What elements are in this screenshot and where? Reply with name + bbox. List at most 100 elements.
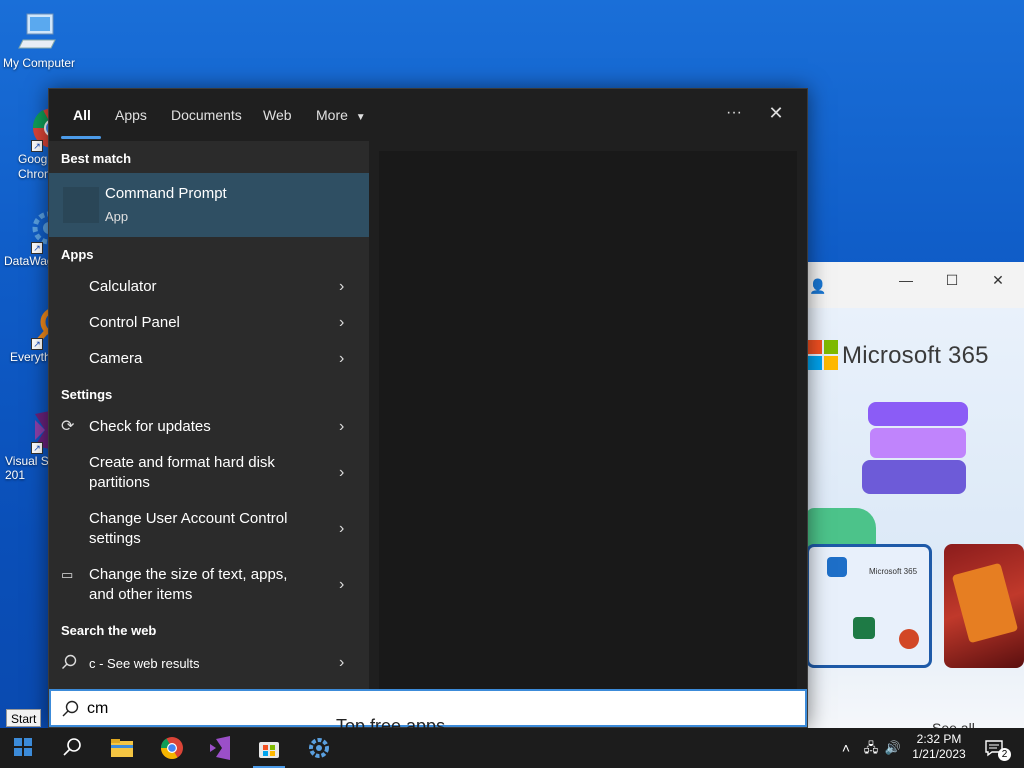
- taskbar-chrome[interactable]: [148, 728, 196, 768]
- notification-badge: 2: [998, 748, 1011, 761]
- chevron-right-icon[interactable]: ›: [339, 655, 349, 671]
- desktop-icon-my-computer[interactable]: My Computer: [0, 10, 78, 70]
- caret-down-icon: ▼: [355, 112, 366, 123]
- best-match-title: Command Prompt: [105, 185, 227, 202]
- taskbar-file-explorer[interactable]: [98, 728, 146, 768]
- clock[interactable]: 2:32 PM 1/21/2023: [908, 728, 970, 768]
- more-options-button[interactable]: ···: [719, 101, 749, 125]
- tab-more-label: More: [316, 107, 348, 123]
- maximize-button[interactable]: ☐: [930, 266, 974, 294]
- start-tooltip: Start: [6, 709, 42, 727]
- gear-icon: [309, 738, 329, 758]
- green-shape: [806, 508, 876, 548]
- result-label: Create and format hard disk partitions: [89, 454, 275, 491]
- start-button[interactable]: [0, 728, 48, 768]
- network-icon[interactable]: 🖧: [862, 728, 880, 768]
- command-prompt-icon: [63, 187, 99, 223]
- see-all-link[interactable]: See all: [932, 720, 975, 728]
- best-match-subtitle: App: [105, 209, 129, 224]
- store-titlebar: 👤 — ☐ ✕: [806, 262, 1024, 308]
- game-shape: [951, 562, 1019, 644]
- tab-documents[interactable]: Documents: [171, 105, 242, 125]
- windows-logo-icon: [14, 738, 32, 756]
- taskbar-datawag[interactable]: [295, 728, 343, 768]
- search-flyout: All Apps Documents Web More ▼ ··· ✕ Best…: [48, 88, 808, 728]
- result-label: Change User Account Control settings: [89, 510, 288, 547]
- chevron-right-icon[interactable]: ›: [339, 465, 349, 481]
- taskbar-search-button[interactable]: [48, 728, 96, 768]
- clock-time: 2:32 PM: [916, 732, 962, 746]
- taskbar-store[interactable]: [245, 728, 293, 768]
- folder-icon: [111, 739, 133, 757]
- settings-header: Settings: [61, 387, 113, 402]
- product-title: Microsoft 365: [842, 342, 989, 369]
- chevron-right-icon[interactable]: ›: [339, 315, 349, 331]
- shortcut-arrow-icon: ↗: [31, 442, 43, 454]
- store-window[interactable]: 👤 — ☐ ✕ Microsoft 365 Microsoft 365 See …: [806, 262, 1024, 728]
- result-label: Change the size of text, apps, and other…: [89, 566, 288, 603]
- result-label: Check for updates: [89, 418, 211, 435]
- shortcut-arrow-icon: ↗: [31, 338, 43, 350]
- shortcut-arrow-icon: ↗: [31, 140, 43, 152]
- app-card-game[interactable]: [944, 544, 1024, 668]
- tab-more[interactable]: More ▼: [316, 105, 366, 125]
- taskbar-visual-studio[interactable]: [196, 728, 244, 768]
- chevron-right-icon[interactable]: ›: [339, 279, 349, 295]
- result-label: Control Panel: [89, 314, 180, 331]
- chevron-up-icon[interactable]: ˄: [838, 728, 854, 768]
- computer-icon: [17, 10, 61, 54]
- minimize-button[interactable]: —: [884, 266, 928, 294]
- result-calculator[interactable]: Calculator ›: [49, 269, 369, 305]
- ms365-hero-icon: [860, 398, 970, 513]
- tab-all[interactable]: All: [73, 105, 91, 125]
- search-icon: [61, 654, 77, 670]
- clock-date: 1/21/2023: [912, 747, 966, 761]
- chrome-icon: [161, 737, 183, 759]
- desktop-icon-label: My Computer: [2, 56, 76, 70]
- chevron-right-icon[interactable]: ›: [339, 351, 349, 367]
- chevron-right-icon[interactable]: ›: [339, 521, 349, 537]
- top-free-apps-text: Top free apps: [336, 716, 446, 728]
- results-list: Best match Command Prompt App Apps Calcu…: [49, 141, 369, 689]
- shortcut-arrow-icon: ↗: [31, 242, 43, 254]
- search-icon: [61, 700, 79, 718]
- taskbar: ˄ 🖧 🔊 2:32 PM 1/21/2023 2: [0, 728, 1024, 768]
- result-check-for-updates[interactable]: ⟳ Check for updates ›: [49, 409, 369, 445]
- outlook-icon: [827, 557, 847, 577]
- tab-apps[interactable]: Apps: [115, 105, 147, 125]
- chevron-right-icon[interactable]: ›: [339, 577, 349, 593]
- notification-center-button[interactable]: 2: [980, 728, 1014, 768]
- result-label: Calculator: [89, 278, 157, 295]
- search-tabs: All Apps Documents Web More ▼ ··· ✕: [49, 89, 807, 141]
- preview-pane: [379, 151, 797, 689]
- best-match-command-prompt[interactable]: Command Prompt App: [49, 173, 369, 237]
- close-window-button[interactable]: ✕: [976, 266, 1020, 294]
- volume-icon[interactable]: 🔊: [884, 728, 902, 768]
- close-search-button[interactable]: ✕: [761, 101, 791, 125]
- apps-header: Apps: [61, 247, 94, 262]
- microsoft-logo-icon: [808, 340, 838, 370]
- account-icon[interactable]: 👤: [808, 276, 828, 296]
- display-icon: ▭: [61, 567, 74, 582]
- best-match-header: Best match: [61, 151, 132, 166]
- active-tab-indicator: [61, 136, 101, 139]
- sync-icon: ⟳: [61, 418, 75, 435]
- powerpoint-icon: [899, 629, 919, 649]
- visual-studio-icon: [210, 736, 230, 760]
- chevron-right-icon[interactable]: ›: [339, 419, 349, 435]
- result-control-panel[interactable]: Control Panel ›: [49, 305, 369, 341]
- result-text-size[interactable]: ▭ Change the size of text, apps, and oth…: [49, 557, 369, 613]
- tab-web[interactable]: Web: [263, 105, 292, 125]
- result-camera[interactable]: Camera ›: [49, 341, 369, 377]
- web-query-suffix: - See web results: [95, 656, 200, 671]
- store-content: Microsoft 365 Microsoft 365 See all: [806, 308, 1024, 728]
- excel-icon: [853, 617, 875, 639]
- result-label: Camera: [89, 350, 143, 367]
- result-disk-partitions[interactable]: Create and format hard disk partitions ›: [49, 445, 369, 501]
- result-uac-settings[interactable]: Change User Account Control settings ›: [49, 501, 369, 557]
- app-card-office[interactable]: Microsoft 365: [806, 544, 932, 668]
- search-web-header: Search the web: [61, 623, 157, 638]
- card-title: Microsoft 365: [869, 567, 918, 576]
- search-icon: [63, 738, 81, 756]
- result-web-search[interactable]: c - See web results ›: [49, 645, 369, 681]
